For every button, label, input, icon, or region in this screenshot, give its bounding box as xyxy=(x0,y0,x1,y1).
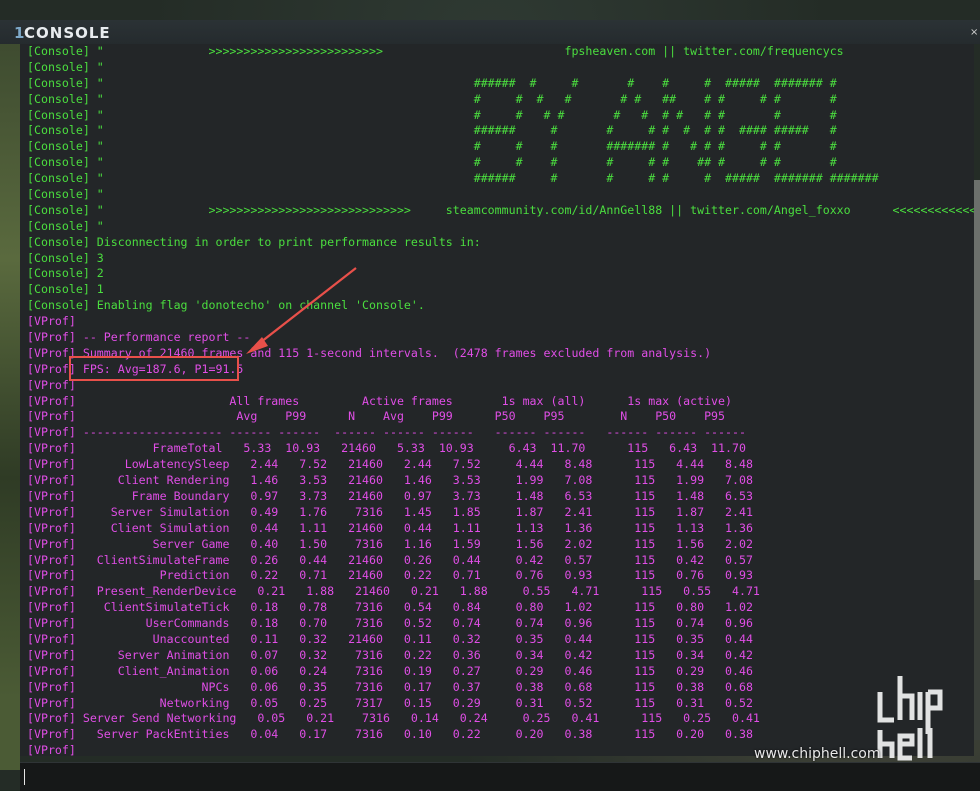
vprof-log-line: [VProf] Client Simulation 0.44 1.11 2146… xyxy=(27,520,753,535)
text-caret xyxy=(24,769,25,785)
vprof-log-line: [VProf] Networking 0.05 0.25 7317 0.15 0… xyxy=(27,695,753,710)
game-scene-edge xyxy=(0,40,20,770)
console-log-line: [Console] " ###### # # # # # ##### #####… xyxy=(27,75,837,90)
console-title-number: 1 xyxy=(14,24,25,42)
fps-highlight-box xyxy=(69,356,239,381)
vprof-log-line: [VProf] UserCommands 0.18 0.70 7316 0.52… xyxy=(27,616,753,631)
console-input[interactable] xyxy=(24,767,958,789)
console-log-line: [Console] " ###### # # # # # ##### #####… xyxy=(27,171,879,186)
vprof-log-line: [VProf] Avg P99 N Avg P99 P50 P95 N P50 … xyxy=(27,409,726,424)
vprof-log-line: [VProf] ClientSimulateFrame 0.26 0.44 21… xyxy=(27,552,753,567)
vprof-log-line: [VProf] -- Performance report -- xyxy=(27,330,251,345)
console-log-line: [Console] 2 xyxy=(27,266,104,281)
vprof-log-line: [VProf] xyxy=(27,314,76,329)
close-button[interactable]: × xyxy=(970,27,980,38)
vprof-log-line: [VProf] Prediction 0.22 0.71 21460 0.22 … xyxy=(27,568,753,583)
console-log-line: [Console] 1 xyxy=(27,282,104,297)
vprof-log-line: [VProf] Server Game 0.40 1.50 7316 1.16 … xyxy=(27,536,753,551)
vprof-log-line: [VProf] Server Animation 0.07 0.32 7316 … xyxy=(27,647,753,662)
console-log-line: [Console] " xyxy=(27,187,104,202)
console-log-line: [Console] " xyxy=(27,218,104,233)
chiphell-logo xyxy=(877,676,943,761)
vprof-log-line: [VProf] Server Simulation 0.49 1.76 7316… xyxy=(27,504,753,519)
console-title: CONSOLE xyxy=(24,24,111,42)
scrollbar-thumb[interactable] xyxy=(974,180,980,580)
console-log-line: [Console] Disconnecting in order to prin… xyxy=(27,234,481,249)
console-log-line: [Console] " ###### # # # # # # # #### ##… xyxy=(27,123,837,138)
vprof-log-line: [VProf] Frame Boundary 0.97 3.73 21460 0… xyxy=(27,488,753,503)
vprof-log-line: [VProf] Present_RenderDevice 0.21 1.88 2… xyxy=(27,584,760,599)
vprof-log-line: [VProf] FrameTotal 5.33 10.93 21460 5.33… xyxy=(27,441,746,456)
vprof-log-line: [VProf] Server Send Networking 0.05 0.21… xyxy=(27,711,760,726)
console-log-line: [Console] " >>>>>>>>>>>>>>>>>>>>>>>>>>>>… xyxy=(27,202,974,217)
vprof-log-line: [VProf] Server PackEntities 0.04 0.17 73… xyxy=(27,727,753,742)
console-titlebar[interactable] xyxy=(0,20,980,44)
vprof-log-line: [VProf] LowLatencySleep 2.44 7.52 21460 … xyxy=(27,457,753,472)
console-log: [Console] " >>>>>>>>>>>>>>>>>>>>>>>>> fp… xyxy=(27,44,974,756)
console-log-line: [Console] " # # # # # # ## # # # # xyxy=(27,155,837,170)
console-input-bar[interactable] xyxy=(20,762,980,791)
vprof-log-line: [VProf] -------------------- ------ ----… xyxy=(27,425,746,440)
console-log-line: [Console] " # # # ####### # # # # # # # xyxy=(27,139,837,154)
console-log-line: [Console] Enabling flag 'donotecho' on c… xyxy=(27,298,425,313)
console-log-line: [Console] 3 xyxy=(27,250,104,265)
console-log-line: [Console] " xyxy=(27,59,104,74)
console-log-line: [Console] " # # # # # # # # # # # # xyxy=(27,107,837,122)
vprof-log-line: [VProf] NPCs 0.06 0.35 7316 0.17 0.37 0.… xyxy=(27,679,753,694)
console-log-line: [Console] " >>>>>>>>>>>>>>>>>>>>>>>>> fp… xyxy=(27,44,974,58)
vprof-log-line: [VProf] Unaccounted 0.11 0.32 21460 0.11… xyxy=(27,631,753,646)
vprof-log-line: [VProf] Client_Animation 0.06 0.24 7316 … xyxy=(27,663,753,678)
vprof-log-line: [VProf] All frames Active frames 1s max … xyxy=(27,393,732,408)
vprof-log-line: [VProf] Client Rendering 1.46 3.53 21460… xyxy=(27,473,753,488)
vprof-log-line: [VProf] ClientSimulateTick 0.18 0.78 731… xyxy=(27,600,753,615)
watermark-url: www.chiphell.com xyxy=(754,746,881,762)
console-output: [Console] " >>>>>>>>>>>>>>>>>>>>>>>>> fp… xyxy=(20,44,974,756)
console-log-line: [Console] " # # # # # # ## # # # # # xyxy=(27,91,837,106)
